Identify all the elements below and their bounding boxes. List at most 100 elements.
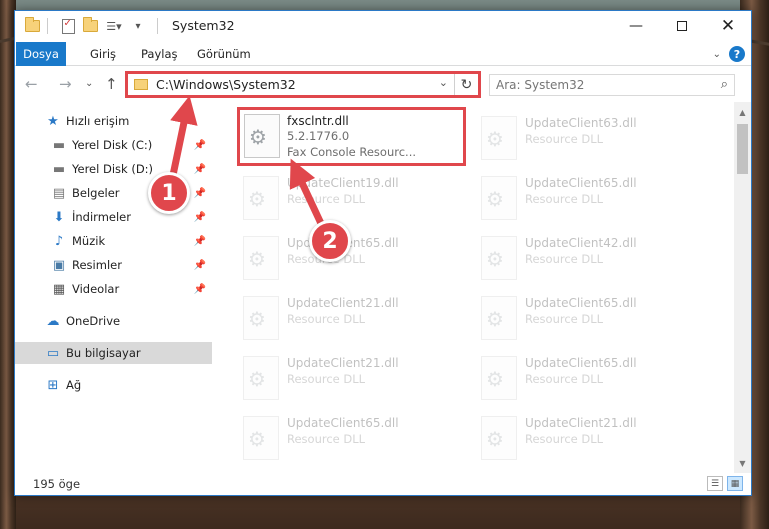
pin-icon[interactable]: 📌 bbox=[194, 140, 206, 151]
step-badge-1: 1 bbox=[148, 172, 190, 214]
close-button[interactable]: ✕ bbox=[705, 11, 751, 41]
star-icon: ★ bbox=[47, 113, 59, 129]
expand-ribbon-icon[interactable]: ⌄ bbox=[713, 49, 721, 60]
file-name: UpdateClient63.dll bbox=[525, 116, 637, 130]
tab-file[interactable]: Dosya bbox=[16, 42, 66, 66]
dll-file-icon bbox=[243, 236, 279, 280]
search-input[interactable] bbox=[496, 77, 696, 93]
sidebar-item-videos[interactable]: ▦ Videolar 📌 bbox=[15, 278, 212, 300]
file-item[interactable]: UpdateClient65.dll Resource DLL bbox=[237, 408, 467, 468]
folder-icon bbox=[23, 17, 41, 35]
file-name: UpdateClient65.dll bbox=[525, 356, 637, 370]
file-description: Resource DLL bbox=[525, 132, 604, 146]
file-item[interactable]: UpdateClient19.dll Resource DLL bbox=[237, 168, 467, 228]
back-arrow-icon[interactable]: ← bbox=[25, 75, 38, 93]
file-item-fxsclntr[interactable]: fxsclntr.dll 5.2.1776.0 Fax Console Reso… bbox=[237, 107, 466, 166]
sidebar-item-downloads[interactable]: ⬇ İndirmeler 📌 bbox=[15, 206, 212, 228]
pin-icon[interactable]: 📌 bbox=[194, 236, 206, 247]
address-path[interactable]: C:\Windows\System32 bbox=[156, 77, 296, 92]
up-arrow-icon[interactable]: ↑ bbox=[105, 75, 118, 93]
dll-file-icon bbox=[243, 356, 279, 400]
vertical-scrollbar[interactable]: ▲ ▼ bbox=[734, 102, 751, 473]
title-separator bbox=[157, 18, 158, 34]
sidebar-item-network[interactable]: ⊞ Ağ bbox=[15, 374, 212, 396]
sidebar-item-label: OneDrive bbox=[66, 314, 121, 328]
sidebar-item-label: Resimler bbox=[72, 258, 122, 272]
forward-arrow-icon[interactable]: → bbox=[59, 75, 72, 93]
file-item[interactable]: UpdateClient65.dll Resource DLL bbox=[237, 228, 467, 288]
minimize-icon: — bbox=[629, 18, 643, 34]
file-description: Resource DLL bbox=[287, 432, 366, 446]
sidebar-item-music[interactable]: ♪ Müzik 📌 bbox=[15, 230, 212, 252]
file-item[interactable]: UpdateClient21.dll Resource DLL bbox=[475, 408, 705, 468]
sidebar-item-quick-access[interactable]: ★ Hızlı erişim bbox=[15, 110, 212, 132]
window-title: System32 bbox=[172, 18, 235, 33]
search-box[interactable]: ⌕ bbox=[489, 74, 735, 96]
close-icon: ✕ bbox=[720, 16, 736, 36]
file-list: fxsclntr.dll 5.2.1776.0 Fax Console Reso… bbox=[213, 102, 733, 473]
details-view-icon[interactable]: ☰ bbox=[707, 476, 723, 491]
file-description: Resource DLL bbox=[525, 252, 604, 266]
file-description: Fax Console Resourc... bbox=[287, 145, 417, 159]
pin-icon[interactable]: 📌 bbox=[194, 188, 206, 199]
help-button[interactable]: ? bbox=[729, 46, 745, 62]
scrollbar-thumb[interactable] bbox=[737, 124, 748, 174]
sidebar-item-label: Hızlı erişim bbox=[66, 114, 130, 128]
customize-toolbar-icon[interactable]: ☰▾ bbox=[103, 17, 125, 35]
file-item[interactable]: UpdateClient42.dll Resource DLL bbox=[475, 228, 705, 288]
file-name: UpdateClient21.dll bbox=[287, 356, 399, 370]
file-item[interactable]: UpdateClient21.dll Resource DLL bbox=[237, 348, 467, 408]
sidebar-item-label: Müzik bbox=[72, 234, 106, 248]
file-item[interactable]: UpdateClient65.dll Resource DLL bbox=[475, 348, 705, 408]
tiles-view-icon[interactable]: ▦ bbox=[727, 476, 743, 491]
sidebar-item-this-pc[interactable]: ▭ Bu bilgisayar bbox=[15, 342, 212, 364]
file-item[interactable]: UpdateClient63.dll Resource DLL bbox=[475, 108, 705, 168]
network-icon: ⊞ bbox=[47, 377, 59, 393]
sidebar-item-label: Ağ bbox=[66, 378, 82, 392]
file-name: UpdateClient21.dll bbox=[287, 296, 399, 310]
file-description: Resource DLL bbox=[287, 372, 366, 386]
pin-icon[interactable]: 📌 bbox=[194, 164, 206, 175]
dll-file-icon bbox=[481, 176, 517, 220]
address-bar[interactable]: C:\Windows\System32 ⌄ ↻ bbox=[125, 71, 481, 98]
dll-file-icon bbox=[244, 114, 280, 158]
file-description: Resource DLL bbox=[525, 312, 604, 326]
file-name: fxsclntr.dll bbox=[287, 114, 349, 128]
chevron-down-icon[interactable]: ⌄ bbox=[439, 76, 448, 89]
pin-icon[interactable]: 📌 bbox=[194, 212, 206, 223]
file-item[interactable]: UpdateClient65.dll Resource DLL bbox=[475, 288, 705, 348]
file-item[interactable]: UpdateClient65.dll Resource DLL bbox=[475, 168, 705, 228]
status-bar: 195 öge ☰ ▦ bbox=[15, 473, 751, 495]
file-name: UpdateClient65.dll bbox=[525, 176, 637, 190]
sidebar-item-pictures[interactable]: ▣ Resimler 📌 bbox=[15, 254, 212, 276]
pictures-icon: ▣ bbox=[52, 257, 66, 273]
drive-icon: ▬ bbox=[52, 137, 66, 153]
pin-icon[interactable]: 📌 bbox=[194, 284, 206, 295]
properties-icon[interactable] bbox=[59, 17, 77, 35]
video-icon: ▦ bbox=[52, 281, 66, 297]
scroll-up-icon[interactable]: ▲ bbox=[734, 104, 751, 120]
maximize-button[interactable] bbox=[659, 11, 705, 41]
minimize-button[interactable]: — bbox=[613, 11, 659, 41]
item-count: 195 öge bbox=[33, 477, 81, 491]
title-bar: ☰▾ ▾ System32 — ✕ bbox=[15, 11, 751, 42]
sidebar-item-label: İndirmeler bbox=[72, 210, 131, 224]
recent-locations-icon[interactable]: ⌄ bbox=[85, 78, 93, 89]
new-folder-icon[interactable] bbox=[81, 17, 99, 35]
file-item[interactable]: UpdateClient21.dll Resource DLL bbox=[237, 288, 467, 348]
scroll-down-icon[interactable]: ▼ bbox=[734, 455, 751, 471]
sidebar-item-label: Videolar bbox=[72, 282, 120, 296]
tab-home[interactable]: Giriş bbox=[78, 42, 128, 66]
refresh-icon[interactable]: ↻ bbox=[454, 74, 478, 95]
file-description: Resource DLL bbox=[525, 432, 604, 446]
sidebar-item-local-disk-c[interactable]: ▬ Yerel Disk (C:) 📌 bbox=[15, 134, 212, 156]
file-version: 5.2.1776.0 bbox=[287, 129, 350, 143]
tab-view[interactable]: Görünüm bbox=[185, 42, 263, 66]
tab-share[interactable]: Paylaş bbox=[129, 42, 190, 66]
document-icon: ▤ bbox=[52, 185, 66, 201]
search-icon: ⌕ bbox=[720, 77, 728, 92]
dll-file-icon bbox=[243, 176, 279, 220]
sidebar-item-onedrive[interactable]: ☁ OneDrive bbox=[15, 310, 212, 332]
pin-icon[interactable]: 📌 bbox=[194, 260, 206, 271]
chevron-down-icon[interactable]: ▾ bbox=[129, 17, 147, 35]
